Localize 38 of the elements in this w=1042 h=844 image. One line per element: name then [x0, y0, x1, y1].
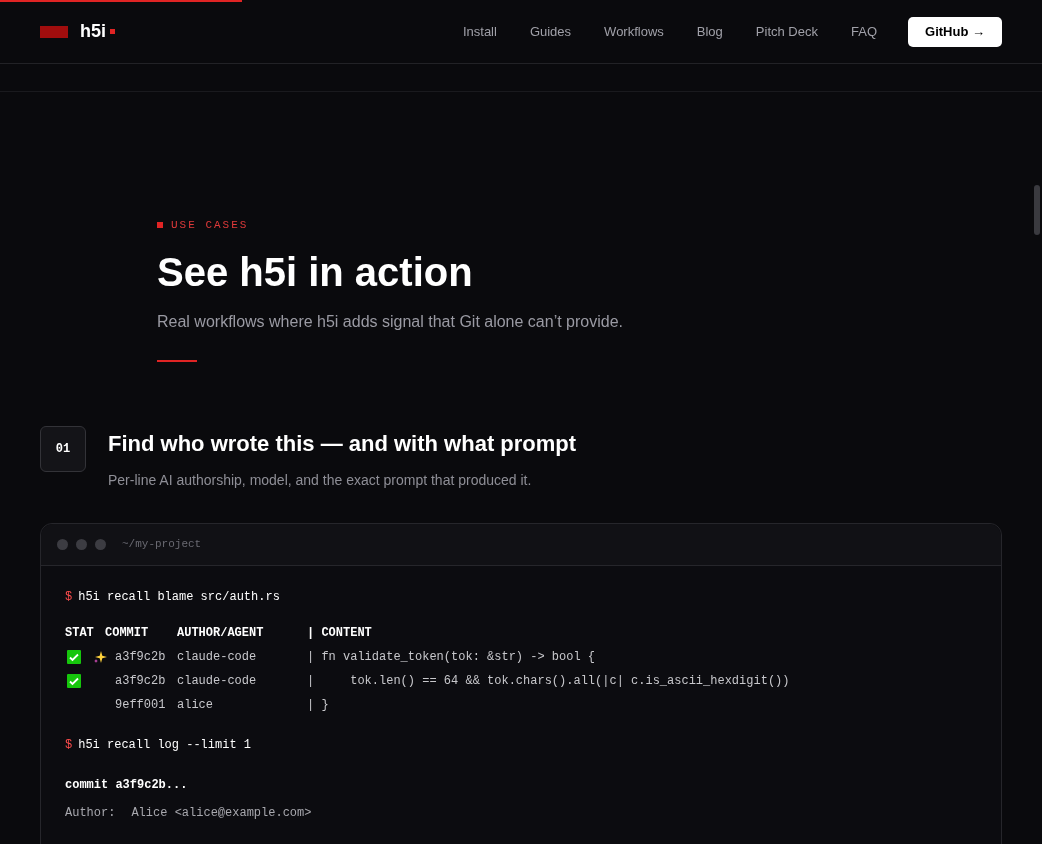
- column-header: | CONTENT: [307, 624, 372, 642]
- code-content: | }: [307, 696, 329, 714]
- column-header: COMMIT: [105, 624, 150, 642]
- section-subtitle: Real workflows where h5i adds signal that Git alone can’t provide.: [157, 311, 625, 332]
- command-text: h5i recall blame src/auth.rs: [78, 588, 280, 606]
- nav-link[interactable]: FAQ: [851, 21, 877, 42]
- commit-hash: a3f9c2b: [114, 672, 167, 690]
- nav-link[interactable]: Workflows: [604, 21, 664, 42]
- commit-hash: a3f9c2b: [114, 648, 167, 666]
- brand-name: h5i: [80, 20, 106, 43]
- code-content: | tok.len() == 64 && tok.chars().all(|c| c.is_ascii_hexdigit()): [307, 672, 790, 690]
- commit-hash: 9eff001: [114, 696, 167, 714]
- field-label: Author:: [65, 804, 116, 822]
- logo-icon: [40, 23, 68, 40]
- use-case-title: Find who wrote this — and with what prompt: [108, 429, 577, 458]
- prompt-symbol: $: [65, 588, 73, 606]
- eyebrow-square-icon: [157, 222, 163, 229]
- scrollbar-thumb: [1034, 185, 1040, 235]
- section-eyebrow: USE CASES: [171, 218, 249, 233]
- author-name: alice: [177, 696, 214, 714]
- commit-heading: commit a3f9c2b...: [65, 776, 189, 794]
- use-case-description: Per-line AI authorship, model, and the exact prompt that produced it.: [108, 470, 533, 490]
- column-header: STAT: [65, 624, 95, 642]
- author-name: claude-code: [177, 648, 258, 666]
- github-button[interactable]: GitHub →: [908, 16, 1002, 47]
- prompt-symbol: $: [65, 736, 73, 754]
- section-title: See h5i in action: [157, 248, 474, 296]
- nav-link[interactable]: Blog: [696, 21, 723, 42]
- nav-link[interactable]: Install: [462, 21, 497, 42]
- field-value: Alice <alice@example.com>: [131, 804, 312, 822]
- author-name: claude-code: [177, 672, 258, 690]
- nav-link[interactable]: Pitch Deck: [755, 21, 818, 42]
- column-header: AUTHOR/AGENT: [177, 624, 265, 642]
- terminal-path: ~/my-project: [122, 536, 202, 552]
- nav-link[interactable]: Guides: [529, 21, 572, 42]
- code-content: | fn validate_token(tok: &str) -> bool {: [307, 648, 596, 666]
- step-number: 01: [40, 425, 86, 472]
- command-text: h5i recall log --limit 1: [78, 736, 252, 754]
